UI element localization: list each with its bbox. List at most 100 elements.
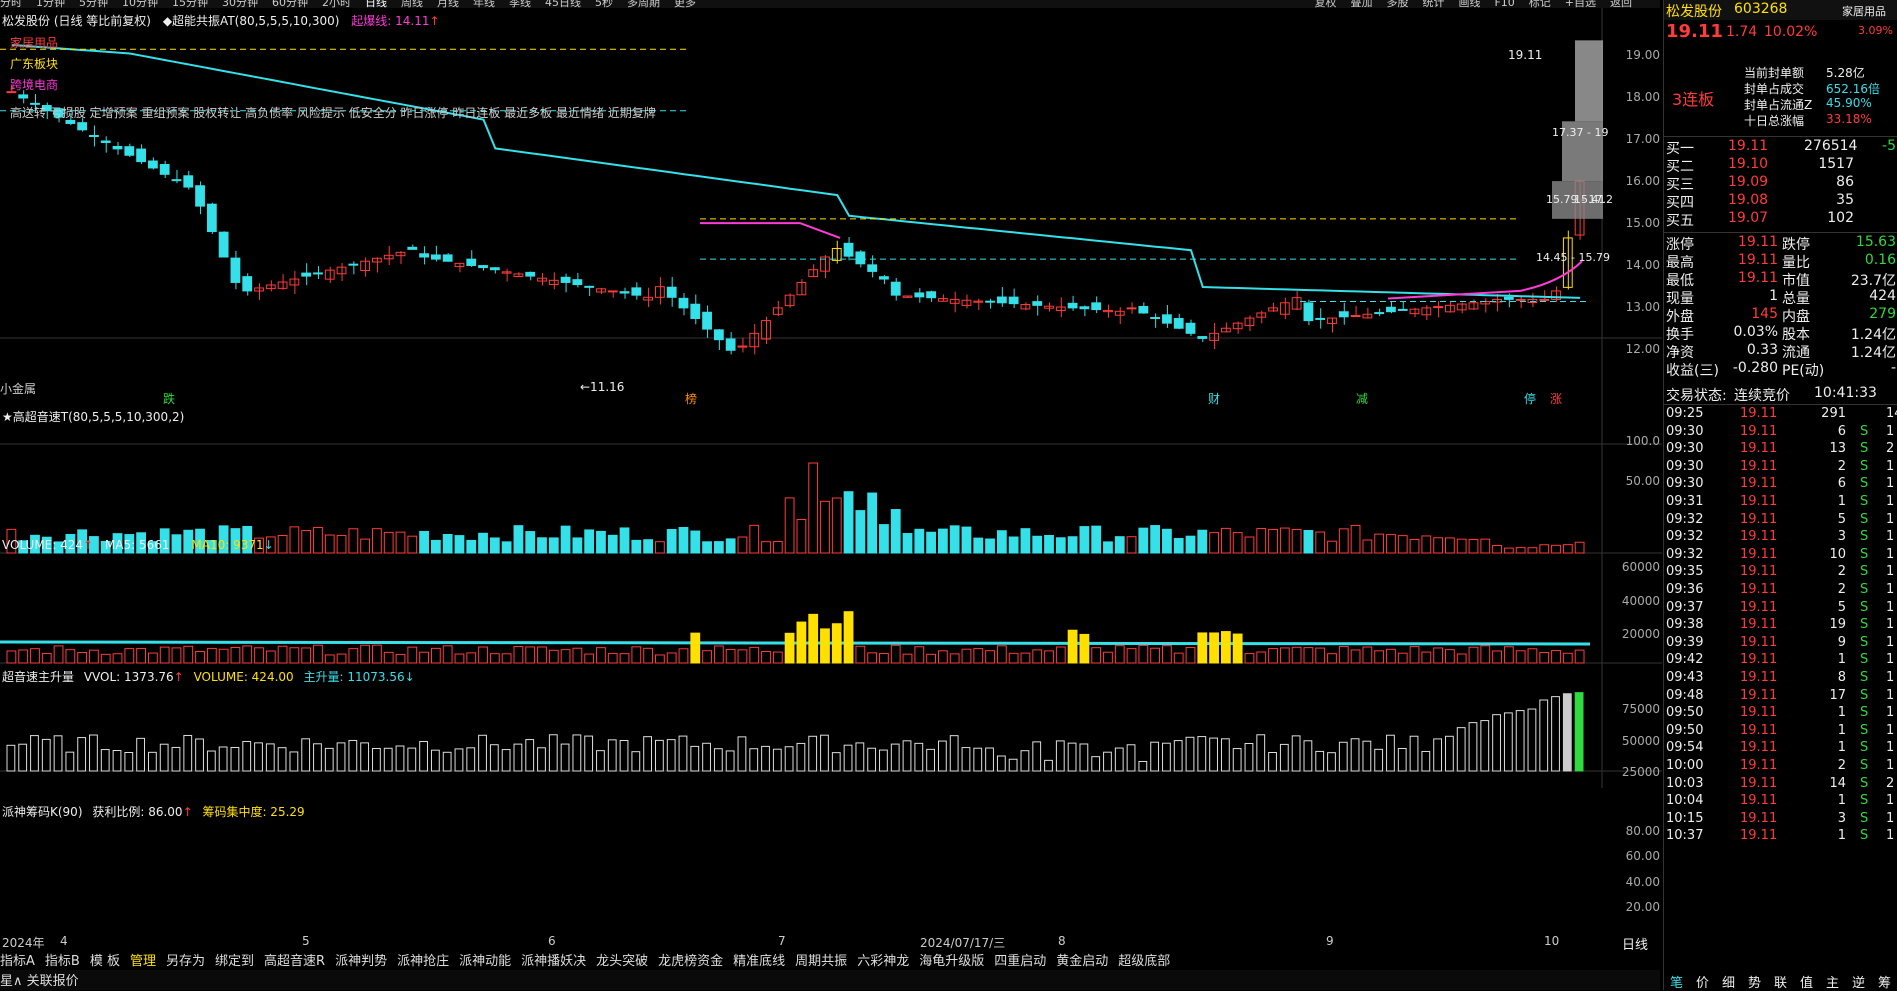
period-tab[interactable]: 周线: [401, 0, 423, 8]
tick-count: 1: [1886, 758, 1895, 773]
tick-volume: 1: [1837, 494, 1846, 509]
candle-body: [666, 286, 677, 298]
chip-bar: [147, 751, 157, 772]
tick-row: 09:30 19.11 2 S 1: [1664, 459, 1897, 477]
toolbar-action[interactable]: 画线: [1458, 0, 1480, 8]
indicator-template[interactable]: 指标A: [0, 954, 35, 969]
indicator-template[interactable]: 派神判势: [335, 954, 387, 969]
indicator-template[interactable]: 周期共振: [795, 954, 847, 969]
linked-quote[interactable]: 星∧ 关联报价: [0, 974, 79, 989]
indicator-template[interactable]: 龙头突破: [596, 954, 648, 969]
indicator-template[interactable]: 指标B: [45, 954, 80, 969]
period-tab[interactable]: 60分钟: [272, 0, 308, 8]
quote-tab[interactable]: 笔: [1670, 972, 1683, 991]
tick-volume: 1: [1837, 652, 1846, 668]
chip-bar: [372, 748, 381, 772]
marker-halt[interactable]: 停: [1524, 390, 1536, 407]
quote-tab[interactable]: 值: [1800, 972, 1813, 991]
period-tab[interactable]: 45日线: [545, 0, 581, 8]
chip-label[interactable]: 派神筹码K(90): [2, 805, 83, 819]
indicator-template[interactable]: 另存为: [166, 954, 205, 969]
marker-finance[interactable]: 财: [1208, 390, 1220, 407]
indicator-template[interactable]: 派神播妖决: [521, 954, 586, 969]
quote-tab[interactable]: 势: [1748, 972, 1761, 991]
period-tab[interactable]: 月线: [437, 0, 459, 8]
toolbar-action[interactable]: 多股: [1386, 0, 1408, 8]
tag-concept[interactable]: 跨境电商: [10, 76, 58, 93]
period-tab[interactable]: 10分钟: [122, 0, 158, 8]
volume-label[interactable]: VOLUME: 424: [2, 538, 83, 552]
bid-row[interactable]: 买二 19.10 1517: [1664, 156, 1897, 175]
indicator-template[interactable]: 超级底部: [1118, 954, 1170, 969]
indicator-template[interactable]: 高超音速R: [264, 954, 325, 969]
indicator-name[interactable]: ◆超能共振AT(80,5,5,5,10,300): [163, 14, 340, 28]
toolbar-action[interactable]: 标记: [1529, 0, 1551, 8]
toolbar-action[interactable]: +自选: [1565, 0, 1596, 8]
zsl-label[interactable]: 超音速主升量: [2, 670, 74, 684]
marker-rise[interactable]: 涨: [1550, 390, 1562, 407]
quote-tab[interactable]: 主: [1826, 972, 1839, 991]
toolbar-action[interactable]: F10: [1494, 0, 1514, 8]
indicator-template[interactable]: 模 板: [90, 954, 120, 969]
period-tab[interactable]: 30分钟: [222, 0, 258, 8]
zsl-bar: [784, 632, 795, 664]
marker-fall[interactable]: 跌: [163, 390, 175, 407]
period-tab[interactable]: 5分钟: [79, 0, 108, 8]
period-tab[interactable]: 分时: [0, 0, 22, 8]
indicator-template[interactable]: 绑定到: [215, 954, 254, 969]
indicator-template[interactable]: 派神抢庄: [397, 954, 449, 969]
period-tab[interactable]: 2小时: [322, 0, 351, 8]
stat-key: 总量: [1782, 291, 1810, 307]
chip-bar: [336, 742, 346, 772]
sub1-title[interactable]: ★高超音速T(80,5,5,5,10,300,2): [2, 408, 184, 425]
candle-body: [879, 276, 889, 280]
marker-rank[interactable]: 榜: [685, 390, 697, 407]
quote-tab[interactable]: 联: [1774, 972, 1787, 991]
stock-code: 603268: [1734, 1, 1788, 17]
indicator-template[interactable]: 四重启动: [994, 954, 1046, 969]
volume-bar: [560, 525, 571, 554]
indicator-template[interactable]: 管理: [130, 954, 156, 969]
limit-label: 起爆线:: [351, 14, 392, 28]
zsl-bar: [702, 650, 712, 664]
period-tab[interactable]: 多周期: [627, 0, 660, 8]
bid-row[interactable]: 买四 19.08 35: [1664, 192, 1897, 211]
stat-key: 现量: [1666, 291, 1694, 307]
indicator-template[interactable]: 龙虎榜资金: [658, 954, 723, 969]
period-tab[interactable]: 更多: [674, 0, 696, 8]
toolbar-action[interactable]: 统计: [1422, 0, 1444, 8]
toolbar-action[interactable]: 返回: [1610, 0, 1632, 8]
indicator-template[interactable]: 海龟升级版: [919, 954, 984, 969]
toolbar-action[interactable]: 复权: [1314, 0, 1336, 8]
marker-reduce[interactable]: 减: [1356, 390, 1368, 407]
bid-row[interactable]: 买五 19.07 102: [1664, 210, 1897, 229]
volume-bar: [1079, 526, 1090, 554]
period-tab[interactable]: 15分钟: [172, 0, 208, 8]
period-tab[interactable]: 日线: [365, 0, 387, 8]
stat-key: 内盘: [1782, 309, 1810, 325]
quote-tab[interactable]: 价: [1696, 972, 1709, 991]
tick-volume: 2: [1837, 582, 1846, 597]
tag-sector[interactable]: 家居用品: [10, 34, 58, 51]
bid-row[interactable]: 买一 19.11 276514 -5: [1664, 138, 1897, 157]
chip-bar: [690, 745, 700, 772]
quote-tab[interactable]: 筹: [1878, 972, 1891, 991]
indicator-template[interactable]: 黄金启动: [1056, 954, 1108, 969]
stat-value: 279: [1869, 306, 1896, 322]
toolbar-action[interactable]: 叠加: [1350, 0, 1372, 8]
indicator-template[interactable]: 六彩神龙: [857, 954, 909, 969]
period-tab[interactable]: 1分钟: [36, 0, 65, 8]
indicator-template[interactable]: 精准底线: [733, 954, 785, 969]
quote-tab[interactable]: 逆: [1852, 972, 1865, 991]
tag-region[interactable]: 广东板块: [10, 55, 58, 72]
zsl-bar: [973, 648, 984, 664]
period-tab[interactable]: 季线: [509, 0, 531, 8]
stat-key: 流通: [1782, 345, 1810, 361]
bid-row[interactable]: 买三 19.09 86: [1664, 174, 1897, 193]
stock-sector[interactable]: 家居用品: [1842, 3, 1886, 19]
period-tab[interactable]: 5秒: [595, 0, 613, 8]
indicator-template[interactable]: 派神动能: [459, 954, 511, 969]
period-tab[interactable]: 年线: [473, 0, 495, 8]
zsl-bar: [961, 648, 972, 664]
quote-tab[interactable]: 细: [1722, 972, 1735, 991]
